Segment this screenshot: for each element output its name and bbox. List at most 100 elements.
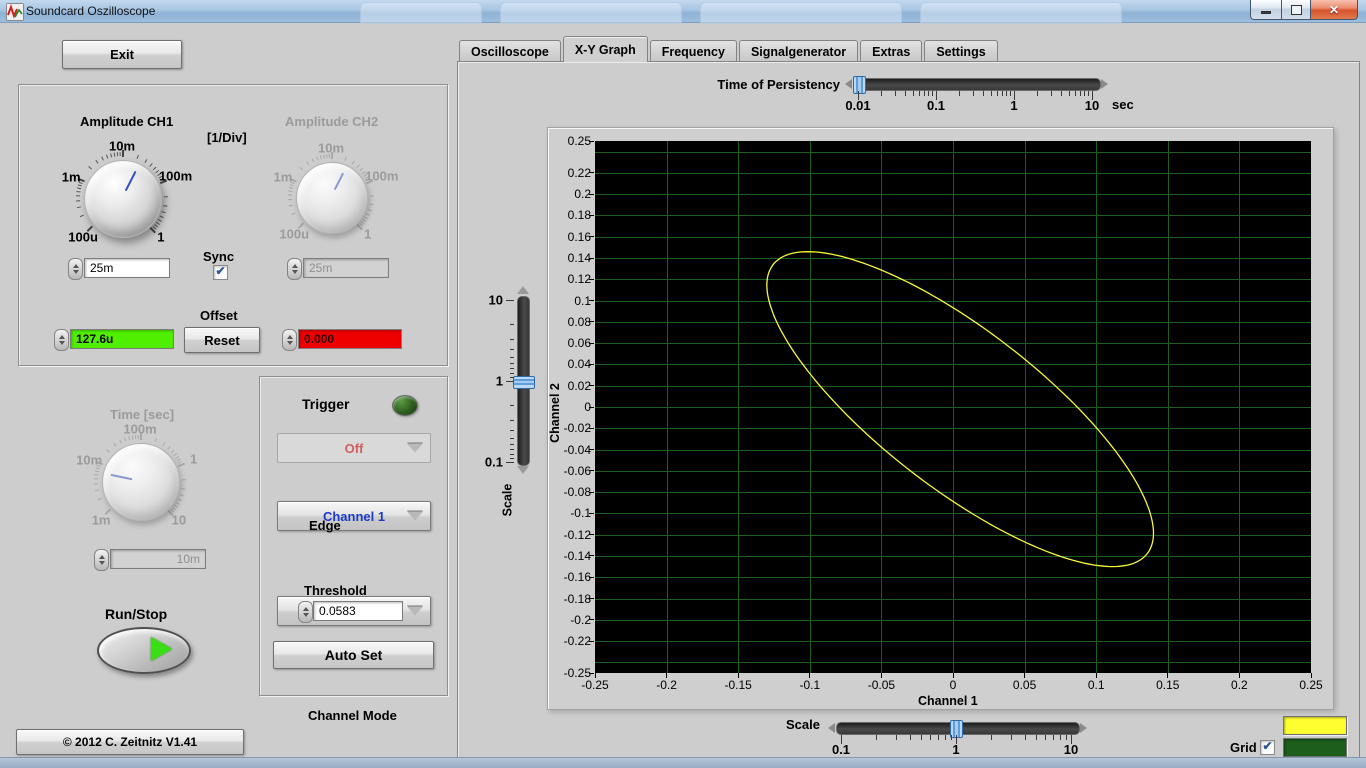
exit-button[interactable]: Exit [62, 40, 182, 69]
threshold-spinner[interactable] [298, 601, 313, 623]
persistency-slider-track[interactable] [853, 78, 1101, 91]
close-button[interactable]: ✕ [1311, 0, 1358, 20]
knob-tick-mark [97, 497, 103, 501]
h-scale-left-arrow[interactable] [828, 723, 835, 733]
y-tick-mark [589, 140, 594, 142]
knob-scale-label: 10m [76, 452, 103, 468]
copyright-label: © 2012 C. Zeitnitz V1.41 [62, 735, 198, 749]
y-tick-label: -0.22 [563, 634, 591, 649]
slider-tick-mark [1079, 91, 1081, 96]
time-spinner[interactable] [94, 549, 109, 571]
slider-scale-label: 10 [1084, 98, 1100, 113]
knob-tick-mark [152, 166, 157, 171]
persistency-slider-right-arrow[interactable] [1101, 79, 1108, 89]
slider-tick-mark [510, 437, 514, 439]
y-tick-mark [589, 172, 594, 174]
slider-scale-label: 1 [1010, 98, 1018, 113]
knob-tick-mark [105, 154, 109, 159]
knob-scale-label: 1m [61, 169, 81, 185]
v-scale-thumb[interactable] [513, 376, 535, 389]
knob-dial[interactable] [102, 443, 180, 521]
offset-reset-button[interactable]: Reset [184, 327, 260, 353]
knob-tick-mark [315, 156, 319, 161]
knob-scale-label: 1m [91, 512, 111, 528]
grid-checkbox[interactable]: ✔ [1260, 740, 1275, 755]
knob-scale-label: 100u [279, 226, 310, 242]
time-knob[interactable]: 1m 10m 100m 1 10 [72, 413, 208, 549]
sync-checkbox[interactable]: ✔ [213, 265, 228, 280]
knob-dial[interactable] [84, 160, 162, 238]
x-tick-mark [1310, 673, 1312, 678]
x-tick-mark [666, 673, 668, 678]
trace-color-swatch[interactable] [1283, 716, 1347, 735]
amplitude-ch2-value[interactable]: 25m [303, 258, 389, 278]
knob-tick-mark [154, 437, 157, 442]
knob-tick-mark [163, 195, 169, 198]
background-browser-tab [360, 2, 482, 24]
y-tick-label: 0.06 [567, 336, 591, 351]
slider-tick-mark [510, 419, 514, 421]
tab-signalgenerator[interactable]: Signalgenerator [738, 40, 859, 62]
knob-tick-mark [123, 437, 127, 442]
tab-extras[interactable]: Extras [860, 40, 923, 62]
persistency-slider-left-arrow[interactable] [845, 79, 852, 89]
amplitude-ch1-value[interactable]: 25m [84, 258, 170, 278]
tab-oscilloscope[interactable]: Oscilloscope [459, 40, 561, 62]
knob-tick-mark [367, 208, 373, 212]
knob-tick-mark [95, 467, 100, 470]
knob-dial[interactable] [296, 162, 368, 234]
slider-tick-mark [510, 449, 514, 451]
slider-tick-mark [895, 91, 897, 96]
y-tick-label: 0.22 [567, 165, 591, 180]
slider-tick-mark [1074, 91, 1076, 96]
auto-set-button[interactable]: Auto Set [273, 641, 434, 669]
knob-tick-mark [288, 204, 294, 208]
amplitude-ch1-knob[interactable]: 100u 1m 10m 100m 1 [54, 130, 192, 266]
grid-color-swatch[interactable] [1283, 738, 1347, 757]
tab-settings[interactable]: Settings [924, 40, 998, 62]
knob-tick-mark [76, 200, 81, 202]
slider-tick-mark [928, 91, 930, 96]
ch2-offset-spinner[interactable] [282, 329, 297, 351]
v-scale-down-arrow[interactable] [517, 466, 529, 474]
ch1-offset-spinner[interactable] [54, 329, 69, 351]
copyright-button[interactable]: © 2012 C. Zeitnitz V1.41 [16, 729, 244, 755]
amplitude-ch1-spinner[interactable] [68, 258, 83, 280]
run-stop-button[interactable] [97, 627, 191, 674]
y-tick-mark [589, 576, 594, 578]
amplitude-ch1-title: Amplitude CH1 [80, 114, 174, 129]
knob-tick-mark [351, 160, 355, 165]
time-value[interactable]: 10m [110, 549, 206, 569]
knob-tick-mark [105, 449, 110, 453]
ch1-offset-value[interactable]: 127.6u [70, 329, 174, 349]
slider-tick-mark [1059, 735, 1061, 740]
slider-tick-mark [1025, 735, 1027, 740]
threshold-value[interactable]: 0.0583 [313, 601, 403, 621]
tab-x-y-graph[interactable]: X-Y Graph [562, 36, 648, 62]
h-scale-right-arrow[interactable] [1080, 723, 1087, 733]
v-scale-up-arrow[interactable] [517, 286, 529, 294]
sync-label: Sync [203, 249, 235, 264]
tab-label: Frequency [661, 45, 725, 59]
maximize-button[interactable] [1282, 0, 1311, 20]
persistency-unit: sec [1112, 97, 1134, 112]
v-scale-title: Scale [500, 483, 515, 517]
knob-tick-mark [95, 159, 99, 165]
y-tick-label: -0.12 [563, 527, 591, 542]
ch2-offset-value[interactable]: 0.000 [298, 329, 402, 349]
slider-tick-mark [510, 356, 514, 358]
tab-frequency[interactable]: Frequency [649, 40, 737, 62]
knob-tick-mark [299, 167, 304, 171]
slider-tick-mark [510, 373, 514, 375]
trigger-source-dropdown[interactable]: Channel 1 [277, 501, 431, 531]
amplitude-ch2-knob[interactable]: 100u 1m 10m 100m 1 [266, 132, 399, 262]
tab-label: Oscilloscope [471, 45, 549, 59]
knob-tick-mark [109, 153, 113, 158]
minimize-button[interactable] [1250, 0, 1282, 20]
run-stop-label: Run/Stop [105, 606, 168, 622]
y-tick-mark [589, 534, 594, 536]
trigger-mode-dropdown[interactable]: Off [277, 433, 431, 463]
title-bar[interactable]: Soundcard Oszilloscope ✕ [0, 0, 1366, 24]
amplitude-ch2-spinner[interactable] [287, 258, 302, 280]
background-browser-tab [500, 2, 682, 24]
